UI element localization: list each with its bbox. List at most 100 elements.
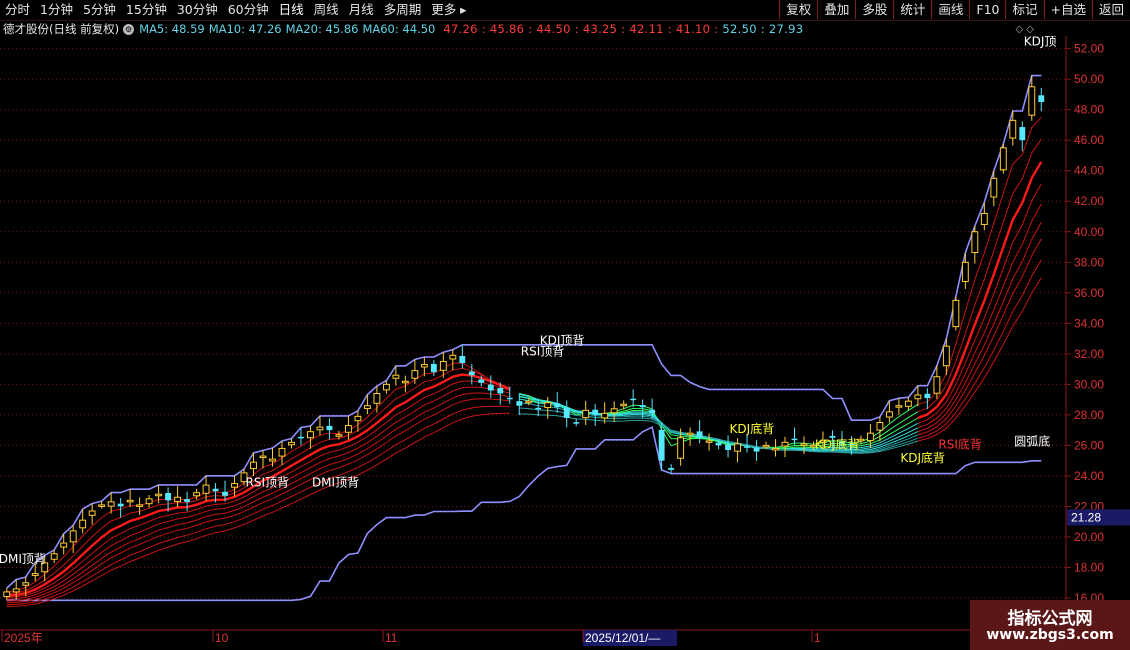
candle-body <box>136 504 144 507</box>
toolbar-button-2[interactable]: 多股 <box>855 0 893 19</box>
ma5-value: MA5: 48.59 <box>139 22 205 36</box>
y-tick-label: 32.00 <box>1074 347 1104 361</box>
y-tick-label: 18.00 <box>1074 560 1104 574</box>
period-tab-8[interactable]: 月线 <box>344 0 379 20</box>
candle-body <box>88 510 96 516</box>
candle-body <box>22 582 30 586</box>
candle-body <box>544 402 552 409</box>
candle-body <box>363 405 371 409</box>
y-tick-label: 50.00 <box>1074 72 1104 86</box>
period-tab-1[interactable]: 1分钟 <box>35 0 78 20</box>
candle-body <box>174 496 182 503</box>
candle-body <box>497 388 504 394</box>
candle-body <box>145 498 153 505</box>
signal-label: RSI底背 <box>938 436 982 451</box>
toolbar-button-0[interactable]: 复权 <box>779 0 817 19</box>
toolbar-button-8[interactable]: 返回 <box>1091 0 1130 19</box>
watermark-logo: 指标公式网 www.zbgs3.com <box>970 600 1130 650</box>
x-date-label: 2025年 <box>4 631 43 645</box>
ma10-value: MA10: 47.26 <box>208 22 282 36</box>
candle-body <box>620 403 628 407</box>
candle-body <box>392 374 400 379</box>
candle-body <box>382 383 390 391</box>
period-tab-9[interactable]: 多周期 <box>379 0 427 20</box>
candle-body <box>942 345 950 367</box>
toolbar-button-4[interactable]: 画线 <box>931 0 969 19</box>
candle-body <box>866 432 874 442</box>
candle-body <box>1038 95 1045 103</box>
candle-body <box>649 409 656 414</box>
candle-body <box>335 434 343 437</box>
y-tick-label: 38.00 <box>1074 255 1104 269</box>
period-tab-3[interactable]: 15分钟 <box>121 0 172 20</box>
signal-label: KDJ底背 <box>900 450 945 465</box>
period-tab-6[interactable]: 日线 <box>274 0 309 20</box>
candle-body <box>107 501 115 507</box>
ma-ribbon-line <box>917 259 1042 439</box>
period-tab-5[interactable]: 60分钟 <box>223 0 274 20</box>
ma20-value: MA20: 45.86 <box>285 22 359 36</box>
candle-body <box>668 467 675 470</box>
candle-body <box>800 443 808 446</box>
period-tab-4[interactable]: 30分钟 <box>172 0 223 20</box>
candle-body <box>430 363 437 373</box>
signal-label: KDJ底背 <box>730 421 775 436</box>
candle-body <box>212 488 219 492</box>
candle-body <box>990 177 998 198</box>
candle-body <box>269 458 276 462</box>
toolbar-button-1[interactable]: 叠加 <box>817 0 855 19</box>
chart-corner-icons[interactable]: ◇ ◇ <box>1015 24 1034 35</box>
y-tick-label: 52.00 <box>1074 42 1104 56</box>
period-tab-10[interactable]: 更多 ▸ <box>426 0 471 20</box>
candle-body <box>762 444 770 448</box>
candle-body <box>525 400 533 404</box>
candle-body <box>639 405 646 408</box>
candle-body <box>904 400 912 407</box>
candle-body <box>316 426 324 431</box>
candle-body <box>31 573 39 576</box>
candle-body <box>744 446 750 448</box>
y-tick-label: 24.00 <box>1074 469 1104 483</box>
x-date-label: 11 <box>385 631 398 645</box>
candle-body <box>202 484 210 494</box>
signal-label: RSI顶背 <box>246 476 290 490</box>
toolbar-button-6[interactable]: 标记 <box>1005 0 1043 19</box>
candle-body <box>725 444 732 450</box>
candle-body <box>487 384 494 391</box>
candle-body <box>696 431 703 438</box>
candle-body <box>222 491 228 496</box>
x-date-label: 2025/12/01/— <box>585 631 660 645</box>
candle-body <box>914 394 922 400</box>
candle-body <box>876 422 884 431</box>
candle-body <box>592 409 599 415</box>
candle-body <box>69 530 77 543</box>
toolbar-button-5[interactable]: F10 <box>969 0 1005 19</box>
toolbar-button-7[interactable]: +自选 <box>1043 0 1092 19</box>
period-tab-7[interactable]: 周线 <box>309 0 344 20</box>
y-tick-label: 30.00 <box>1074 377 1104 391</box>
y-tick-label: 36.00 <box>1074 286 1104 300</box>
period-toolbar: 分时 1分钟 5分钟 15分钟 30分钟 60分钟 日线 周线 月线 多周期 更多 ▸ 复权 叠加 多股… <box>0 0 1130 21</box>
y-tick-label: 20.00 <box>1074 530 1104 544</box>
candle-body <box>885 411 893 418</box>
candle-body <box>1019 127 1026 141</box>
candle-body <box>980 212 988 225</box>
ma60-value: MA60: 44.50 <box>362 22 436 36</box>
ma-ribbon-line <box>6 405 510 606</box>
y-tick-label: 42.00 <box>1074 194 1104 208</box>
candle-body <box>184 499 191 502</box>
period-tab-0[interactable]: 分时 <box>0 0 35 20</box>
candle-body <box>610 408 618 414</box>
candle-body <box>79 519 87 529</box>
candle-body <box>459 355 466 363</box>
candle-body <box>307 431 314 439</box>
toolbar-button-3[interactable]: 统计 <box>893 0 931 19</box>
candle-body <box>401 380 409 384</box>
candle-body <box>961 261 969 283</box>
candle-body <box>753 447 760 452</box>
settings-gear-icon[interactable]: ⚙ <box>123 23 135 35</box>
candle-body <box>506 397 513 400</box>
candle-body <box>411 370 419 379</box>
period-tab-2[interactable]: 5分钟 <box>78 0 121 20</box>
kline-chart[interactable]: 52.00 50.00 48.00 46.00 44.00 42.00 40.00 38.00… <box>0 36 1130 650</box>
